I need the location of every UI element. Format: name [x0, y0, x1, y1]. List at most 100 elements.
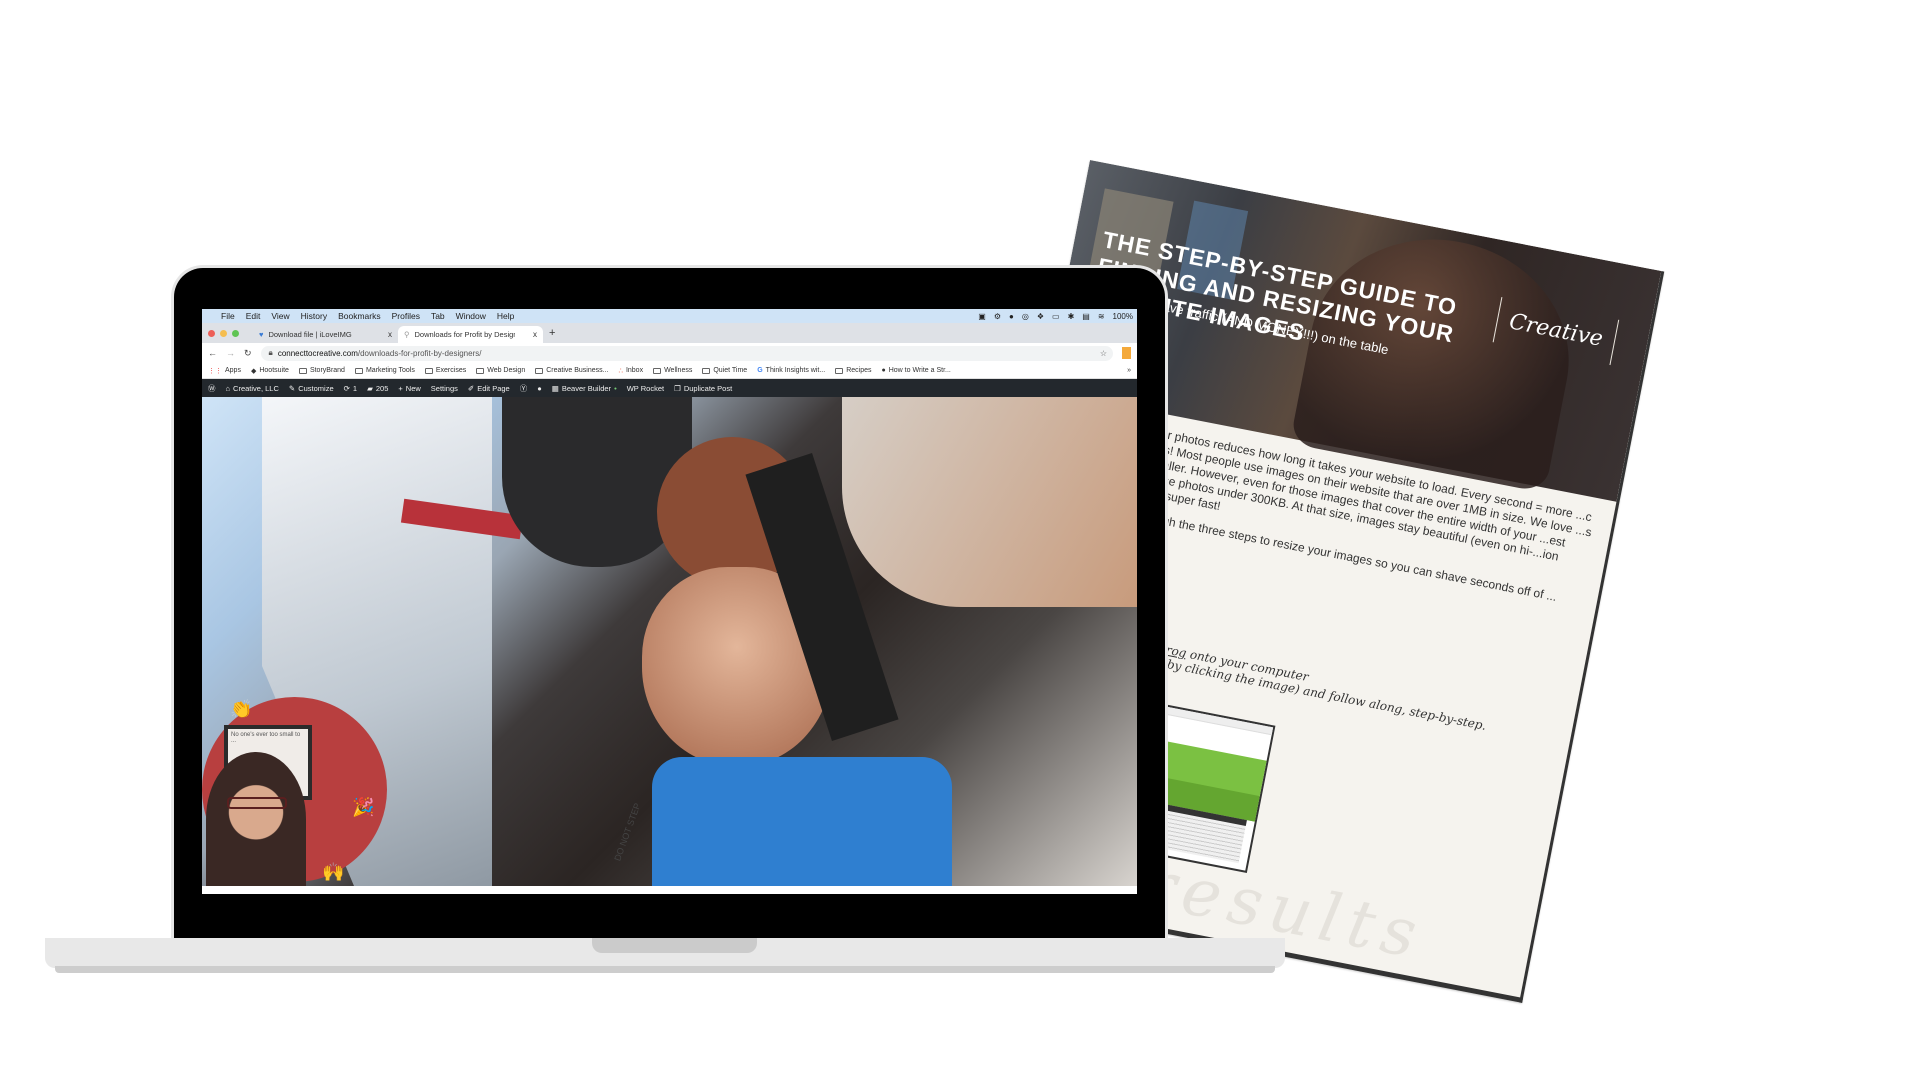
gear-icon[interactable]: ⚙ [994, 312, 1001, 321]
folder-icon [535, 367, 544, 374]
wp-customize-link[interactable]: ✎ Customize [289, 384, 334, 393]
bookmark-web-design[interactable]: Web Design [476, 367, 525, 374]
bookmark-creative-business[interactable]: Creative Business... [535, 367, 608, 374]
bookmark-quiet-time[interactable]: Quiet Time [702, 367, 747, 374]
comment-icon: ▰ [367, 383, 373, 393]
stage: THE STEP-BY-STEP GUIDE TO FINDING AND RE… [0, 0, 1920, 1080]
reload-icon[interactable]: ↻ [244, 348, 252, 359]
url-input[interactable]: 🔒︎ connecttocreative.com/downloads-for-p… [260, 345, 1113, 361]
pin-icon: ⚲ [404, 330, 410, 339]
bookmark-inbox[interactable]: ∴ Inbox [618, 367, 643, 375]
folder-icon [354, 367, 363, 374]
raised-hands-icon: 🙌 [322, 862, 345, 882]
menu-window[interactable]: Window [456, 311, 486, 321]
system-tray: ▣ ⚙ ● ◎ ❖ ▭ ✱ ▤ ≋ 100% [978, 312, 1137, 321]
wp-edit-page-link[interactable]: ✐ Edit Page [468, 384, 510, 393]
duplicate-icon: ❐ [674, 383, 681, 393]
updates-icon: ⟳ [343, 383, 350, 393]
ilovemg-icon: ♥ [259, 330, 264, 339]
back-icon[interactable]: ← [208, 348, 217, 358]
apps-grid-icon: ⋮⋮ [208, 367, 222, 375]
wordpress-logo-icon[interactable]: Ⓦ [208, 383, 216, 394]
wp-new-link[interactable]: + New [398, 384, 420, 393]
tab-bar: ♥ Download file | iLoveIMG x ⚲ Downloads… [202, 323, 1137, 343]
bookmark-marketing-tools[interactable]: Marketing Tools [354, 367, 415, 374]
evernote-icon[interactable]: ● [1009, 312, 1014, 321]
close-tab-icon[interactable]: x [388, 330, 392, 339]
beaver-builder-icon: ▦ [551, 383, 559, 393]
folder-icon [424, 367, 433, 374]
laptop-base-shadow [55, 966, 1275, 973]
folder-icon [653, 367, 662, 374]
minimize-window-button[interactable] [220, 329, 227, 337]
folder-icon [298, 367, 307, 374]
party-popper-icon: 🎉 [352, 797, 375, 817]
bookmark-storybrand[interactable]: StoryBrand [298, 367, 345, 374]
bookmark-apps[interactable]: ⋮⋮ Apps [208, 367, 241, 375]
extension-icon[interactable] [1122, 347, 1131, 359]
tab-downloads-for-profit[interactable]: ⚲ Downloads for Profit by Design x [398, 326, 543, 343]
wp-duplicate-post-link[interactable]: ❐ Duplicate Post [674, 384, 732, 393]
google-icon: G [757, 367, 763, 374]
folder-icon [702, 367, 711, 374]
mac-menu-bar: File Edit View History Bookmarks Profile… [202, 309, 1137, 323]
folder-icon [835, 367, 844, 374]
status-dot-icon: ● [537, 383, 542, 393]
dropbox-icon[interactable]: ❖ [1037, 312, 1044, 321]
address-toolbar: ← → ↻ 🔒︎ connecttocreative.com/downloads… [202, 343, 1137, 363]
maximize-window-button[interactable] [232, 329, 239, 337]
wp-site-link[interactable]: ⌂ Creative, LLC [226, 384, 279, 393]
pencil-icon: ✐ [467, 383, 475, 393]
plane-text: DO NOT STEP [612, 801, 643, 863]
menu-file[interactable]: File [221, 311, 235, 321]
bookmarks-overflow-button[interactable]: » [1127, 367, 1131, 374]
battery-percent[interactable]: 100% [1113, 312, 1133, 321]
bookmark-recipes[interactable]: Recipes [835, 367, 872, 374]
wp-comments-link[interactable]: ▰ 205 [367, 384, 388, 393]
bookmark-star-icon[interactable]: ☆ [1100, 349, 1107, 358]
bluetooth-icon[interactable]: ✱ [1068, 312, 1075, 321]
close-tab-icon[interactable]: x [533, 330, 537, 339]
plus-icon: + [398, 383, 403, 393]
laptop-notch [592, 938, 757, 953]
hootsuite-icon: ◆ [250, 367, 257, 375]
lock-icon: 🔒︎ [268, 348, 273, 357]
presenter [206, 752, 306, 886]
wp-settings-link[interactable]: Settings [431, 384, 458, 393]
brush-icon: ✎ [288, 383, 296, 393]
bookmark-exercises[interactable]: Exercises [424, 367, 466, 374]
menu-tab[interactable]: Tab [431, 311, 445, 321]
window-icon[interactable]: ▤ [1082, 312, 1090, 321]
forward-icon[interactable]: → [226, 348, 235, 358]
window-controls [208, 329, 239, 337]
airplay-icon[interactable]: ▭ [1052, 312, 1060, 321]
wp-updates-link[interactable]: ⟳ 1 [344, 384, 357, 393]
skydiving-video[interactable]: DO NOT STEP No one's ever too small to .… [202, 397, 1137, 886]
folder-icon [476, 367, 485, 374]
bookmark-icon: ● [881, 367, 886, 374]
menu-edit[interactable]: Edit [246, 311, 261, 321]
yoast-icon[interactable]: Ⓨ [520, 383, 528, 394]
clapping-hands-icon: 👏 [230, 699, 253, 719]
bookmark-how-to-write[interactable]: ● How to Write a Str... [882, 367, 951, 374]
new-tab-button[interactable]: + [549, 327, 555, 339]
menu-bookmarks[interactable]: Bookmarks [338, 311, 381, 321]
wifi-icon[interactable]: ≋ [1098, 312, 1105, 321]
webcam-overlay: No one's ever too small to ... 👏 🎉 🙌 [202, 697, 392, 886]
screen-record-icon[interactable]: ▣ [978, 312, 986, 321]
wp-rocket-link[interactable]: WP Rocket [627, 384, 664, 393]
bookmarks-bar: ⋮⋮ Apps ◆ Hootsuite StoryBrand Marketing T… [202, 363, 1137, 379]
close-window-button[interactable] [208, 329, 215, 337]
menu-profiles[interactable]: Profiles [392, 311, 420, 321]
tab-ilovemg[interactable]: ♥ Download file | iLoveIMG x [253, 326, 398, 343]
wp-admin-bar: Ⓦ ⌂ Creative, LLC ✎ Customize ⟳ 1 ▰ 205 + New… [202, 379, 1137, 397]
bookmark-hootsuite[interactable]: ◆ Hootsuite [251, 367, 289, 375]
menu-view[interactable]: View [271, 311, 289, 321]
laptop-screen: File Edit View History Bookmarks Profile… [202, 309, 1137, 894]
creative-cloud-icon[interactable]: ◎ [1022, 312, 1029, 321]
menu-history[interactable]: History [301, 311, 327, 321]
bookmark-think-insights[interactable]: G Think Insights wit... [757, 367, 825, 374]
wp-beaver-builder-link[interactable]: ▦ Beaver Builder • [552, 384, 617, 393]
menu-help[interactable]: Help [497, 311, 514, 321]
bookmark-wellness[interactable]: Wellness [653, 367, 692, 374]
